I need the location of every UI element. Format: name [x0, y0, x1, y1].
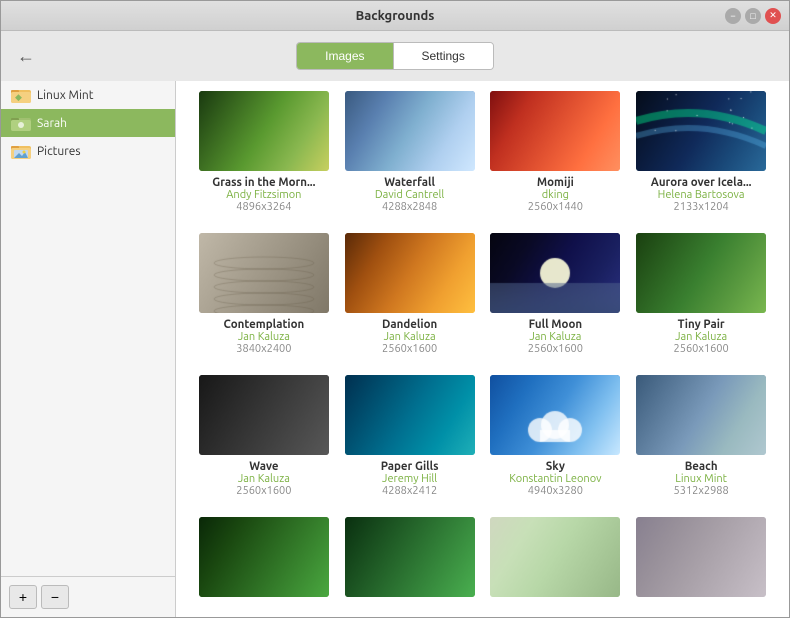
image-author: Jeremy Hill: [382, 473, 437, 485]
title-bar: Backgrounds − □ ✕: [1, 1, 789, 31]
image-author: Jan Kaluza: [384, 331, 436, 343]
image-title: Paper Gills: [381, 460, 439, 473]
sidebar-label-linux-mint: Linux Mint: [37, 89, 93, 102]
image-title: Waterfall: [384, 176, 435, 189]
image-title: Full Moon: [529, 318, 582, 331]
image-author: Jan Kaluza: [238, 331, 290, 343]
image-cell[interactable]: [633, 517, 769, 602]
image-thumbnail: [636, 517, 766, 597]
back-button[interactable]: ←: [17, 46, 35, 67]
sidebar-label-sarah: Sarah: [37, 117, 67, 130]
image-author: Jan Kaluza: [675, 331, 727, 343]
minimize-button[interactable]: −: [725, 8, 741, 24]
image-cell[interactable]: WaveJan Kaluza2560x1600: [196, 375, 332, 497]
image-size: 2560x1440: [528, 201, 583, 213]
image-title: Aurora over Icela...: [651, 176, 752, 189]
image-title: Wave: [249, 460, 278, 473]
image-size: 2560x1600: [674, 343, 729, 355]
sidebar-item-linux-mint[interactable]: ◆ Linux Mint: [1, 81, 175, 109]
image-title: Contemplation: [223, 318, 304, 331]
image-author: Jan Kaluza: [238, 473, 290, 485]
image-thumbnail: [345, 375, 475, 455]
image-thumbnail: [490, 91, 620, 171]
folder-icon: ◆: [11, 87, 31, 103]
image-thumbnail: [199, 375, 329, 455]
image-cell[interactable]: Full MoonJan Kaluza2560x1600: [488, 233, 624, 355]
main-content: ◆ Linux Mint Sarah: [1, 81, 789, 617]
image-thumbnail: [636, 375, 766, 455]
folder-user-icon: [11, 115, 31, 131]
image-thumbnail: [199, 517, 329, 597]
image-cell[interactable]: Aurora over Icela...Helena Bartosova2133…: [633, 91, 769, 213]
sidebar-list: ◆ Linux Mint Sarah: [1, 81, 175, 576]
image-cell[interactable]: Paper GillsJeremy Hill4288x2412: [342, 375, 478, 497]
maximize-button[interactable]: □: [745, 8, 761, 24]
image-title: Grass in the Morn...: [212, 176, 315, 189]
images-panel: Grass in the Morn...Andy Fitzsimon4896x3…: [176, 81, 789, 617]
image-size: 2133x1204: [674, 201, 729, 213]
image-thumbnail: [490, 375, 620, 455]
image-title: Dandelion: [382, 318, 437, 331]
image-size: 2560x1600: [236, 485, 291, 497]
image-author: David Cantrell: [375, 189, 444, 201]
image-size: 4896x3264: [236, 201, 291, 213]
main-window: Backgrounds − □ ✕ ← Images Settings: [0, 0, 790, 618]
image-cell[interactable]: [196, 517, 332, 602]
image-title: Tiny Pair: [678, 318, 725, 331]
image-title: Momiji: [537, 176, 574, 189]
image-author: Jan Kaluza: [529, 331, 581, 343]
tab-settings[interactable]: Settings: [394, 43, 493, 69]
image-thumbnail: [345, 91, 475, 171]
image-thumbnail: [490, 517, 620, 597]
image-thumbnail: [636, 91, 766, 171]
image-cell[interactable]: Tiny PairJan Kaluza2560x1600: [633, 233, 769, 355]
image-thumbnail: [345, 233, 475, 313]
image-size: 4288x2412: [382, 485, 437, 497]
svg-text:◆: ◆: [15, 92, 22, 102]
toolbar: ← Images Settings: [1, 31, 789, 81]
image-size: 4940x3280: [528, 485, 583, 497]
image-cell[interactable]: ContemplationJan Kaluza3840x2400: [196, 233, 332, 355]
image-author: Andy Fitzsimon: [226, 189, 301, 201]
tab-images[interactable]: Images: [297, 43, 393, 69]
image-thumbnail: [345, 517, 475, 597]
image-title: Beach: [685, 460, 718, 473]
image-size: 2560x1600: [528, 343, 583, 355]
window-controls: − □ ✕: [725, 8, 781, 24]
window-title: Backgrounds: [356, 9, 435, 23]
image-size: 2560x1600: [382, 343, 437, 355]
image-cell[interactable]: Grass in the Morn...Andy Fitzsimon4896x3…: [196, 91, 332, 213]
image-author: Linux Mint: [675, 473, 727, 485]
image-thumbnail: [636, 233, 766, 313]
remove-folder-button[interactable]: −: [41, 585, 69, 609]
image-cell[interactable]: WaterfallDavid Cantrell4288x2848: [342, 91, 478, 213]
image-thumbnail: [490, 233, 620, 313]
sidebar-item-sarah[interactable]: Sarah: [1, 109, 175, 137]
image-cell[interactable]: [342, 517, 478, 602]
sidebar-item-pictures[interactable]: Pictures: [1, 137, 175, 165]
images-grid: Grass in the Morn...Andy Fitzsimon4896x3…: [196, 91, 769, 602]
tab-group: Images Settings: [296, 42, 494, 70]
image-thumbnail: [199, 233, 329, 313]
add-folder-button[interactable]: +: [9, 585, 37, 609]
sidebar-label-pictures: Pictures: [37, 145, 81, 158]
image-cell[interactable]: [488, 517, 624, 602]
image-cell[interactable]: DandelionJan Kaluza2560x1600: [342, 233, 478, 355]
image-thumbnail: [199, 91, 329, 171]
image-size: 5312x2988: [674, 485, 729, 497]
image-cell[interactable]: SkyKonstantin Leonov4940x3280: [488, 375, 624, 497]
image-author: Konstantin Leonov: [509, 473, 601, 485]
image-author: Helena Bartosova: [658, 189, 745, 201]
image-size: 3840x2400: [236, 343, 291, 355]
image-title: Sky: [546, 460, 565, 473]
sidebar-footer: + −: [1, 576, 175, 617]
sidebar: ◆ Linux Mint Sarah: [1, 81, 176, 617]
close-button[interactable]: ✕: [765, 8, 781, 24]
pictures-icon: [11, 143, 31, 159]
image-cell[interactable]: BeachLinux Mint5312x2988: [633, 375, 769, 497]
image-author: dking: [542, 189, 569, 201]
image-size: 4288x2848: [382, 201, 437, 213]
image-cell[interactable]: Momijidking2560x1440: [488, 91, 624, 213]
